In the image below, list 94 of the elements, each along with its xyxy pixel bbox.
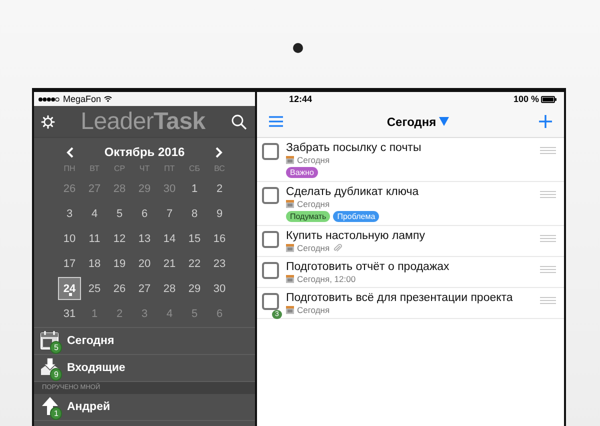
calendar-day[interactable]: 4 (83, 202, 106, 225)
calendar-day[interactable]: 12 (108, 227, 131, 250)
calendar-day[interactable]: 30 (208, 277, 231, 300)
calendar-icon (286, 244, 294, 252)
task-checkbox[interactable] (262, 187, 279, 204)
task-checkbox[interactable] (262, 231, 279, 248)
task-title[interactable]: Подготовить всё для презентации проекта (286, 292, 540, 304)
calendar-day[interactable]: 10 (58, 227, 81, 250)
chevron-left-icon[interactable] (66, 146, 74, 158)
calendar-day[interactable]: 11 (83, 227, 106, 250)
due-date: Сегодня (297, 199, 330, 209)
task-title[interactable]: Сделать дубликат ключа (286, 186, 540, 198)
calendar-day[interactable]: 16 (208, 227, 231, 250)
battery-icon (541, 96, 557, 102)
view-selector[interactable]: Сегодня (386, 114, 450, 128)
count-badge: 1 (50, 407, 62, 420)
calendar-day[interactable]: 19 (108, 252, 131, 275)
chevron-right-icon[interactable] (215, 146, 223, 158)
carrier-name: MegaFon (63, 94, 102, 104)
month-title: Октябрь 2016 (104, 145, 185, 159)
calendar-day[interactable]: 23 (208, 252, 231, 275)
menu-icon[interactable] (269, 116, 283, 127)
due-date: Сегодня, 12:00 (297, 274, 356, 284)
status-time: 12:44 (289, 94, 312, 104)
task-checkbox[interactable] (262, 262, 279, 279)
calendar-icon (286, 306, 294, 314)
weekday-label: ВТ (90, 163, 100, 175)
app-logo: LeaderTask (80, 108, 206, 136)
calendar-day[interactable]: 18 (83, 252, 106, 275)
dropdown-triangle-icon (439, 117, 450, 126)
task-row[interactable]: Подготовить отчёт о продажах Сегодня, 12:00 (257, 257, 564, 288)
drag-handle-icon[interactable] (540, 147, 556, 154)
calendar-day[interactable]: 27 (133, 277, 156, 300)
weekday-label: ВС (214, 163, 225, 175)
calendar-day[interactable]: 21 (158, 252, 181, 275)
calendar-day[interactable]: 3 (58, 202, 81, 225)
calendar-icon (286, 275, 294, 283)
calendar-day[interactable]: 1 (183, 177, 206, 200)
task-title[interactable]: Купить настольную лампу (286, 230, 540, 242)
search-icon[interactable] (230, 114, 247, 130)
calendar-day[interactable]: 8 (183, 202, 206, 225)
task-row[interactable]: Купить настольную лампу Сегодня (257, 226, 564, 257)
count-badge: 5 (50, 341, 62, 354)
task-row[interactable]: Забрать посылку с почты Сегодня Важно (257, 138, 564, 182)
tag-label: Проблема (333, 211, 380, 222)
calendar-icon (286, 200, 294, 208)
calendar-icon (286, 156, 294, 164)
sidebar-item[interactable]: 1 Андрей (34, 394, 255, 421)
weekday-label: ПТ (164, 163, 175, 175)
add-icon[interactable] (539, 115, 552, 128)
task-checkbox[interactable] (262, 293, 279, 310)
settings-icon[interactable] (41, 114, 55, 128)
calendar-day[interactable]: 17 (58, 252, 81, 275)
calendar-icon (40, 330, 60, 350)
signal-icon (38, 96, 60, 102)
tag-label: Важно (286, 167, 318, 178)
tag-label: Подумать (286, 211, 330, 222)
calendar-day[interactable]: 22 (183, 252, 206, 275)
calendar-day[interactable]: 24 (58, 277, 81, 300)
calendar-day[interactable]: 26 (108, 277, 131, 300)
camera-icon (293, 43, 303, 53)
drag-handle-icon[interactable] (540, 191, 556, 198)
calendar-day[interactable]: 5 (108, 202, 131, 225)
drag-handle-icon[interactable] (540, 235, 556, 242)
due-date: Сегодня (297, 305, 330, 315)
weekday-label: СБ (188, 163, 200, 175)
calendar-day[interactable]: 20 (133, 252, 156, 275)
calendar-day[interactable]: 7 (158, 202, 181, 225)
sidebar-item[interactable]: 5 Сегодня (34, 328, 255, 355)
calendar-day[interactable]: 6 (133, 202, 156, 225)
task-title[interactable]: Забрать посылку с почты (286, 142, 540, 154)
drag-handle-icon[interactable] (540, 266, 556, 273)
calendar-day[interactable]: 29 (183, 277, 206, 300)
calendar-day[interactable]: 14 (158, 227, 181, 250)
wifi-icon (104, 96, 112, 102)
battery-level: 100 % (513, 94, 539, 104)
count-badge: 9 (50, 368, 62, 381)
calendar-day[interactable]: 15 (183, 227, 206, 250)
weekday-label: ЧТ (139, 163, 150, 175)
paperclip-icon (332, 244, 342, 252)
weekday-label: ПН (64, 163, 76, 175)
calendar-day[interactable]: 28 (158, 277, 181, 300)
task-checkbox[interactable] (262, 143, 279, 160)
calendar-day[interactable]: 9 (208, 202, 231, 225)
drag-handle-icon[interactable] (540, 297, 556, 304)
calendar-day[interactable]: 31 (58, 302, 81, 325)
calendar-day[interactable]: 25 (83, 277, 106, 300)
due-date: Сегодня (297, 155, 330, 165)
task-title[interactable]: Подготовить отчёт о продажах (286, 261, 540, 273)
calendar-day[interactable]: 13 (133, 227, 156, 250)
weekday-label: СР (114, 163, 126, 175)
calendar-day[interactable]: 2 (208, 177, 231, 200)
due-date: Сегодня (297, 243, 330, 253)
task-row[interactable]: Сделать дубликат ключа Сегодня Подумать Проблема (257, 182, 564, 226)
